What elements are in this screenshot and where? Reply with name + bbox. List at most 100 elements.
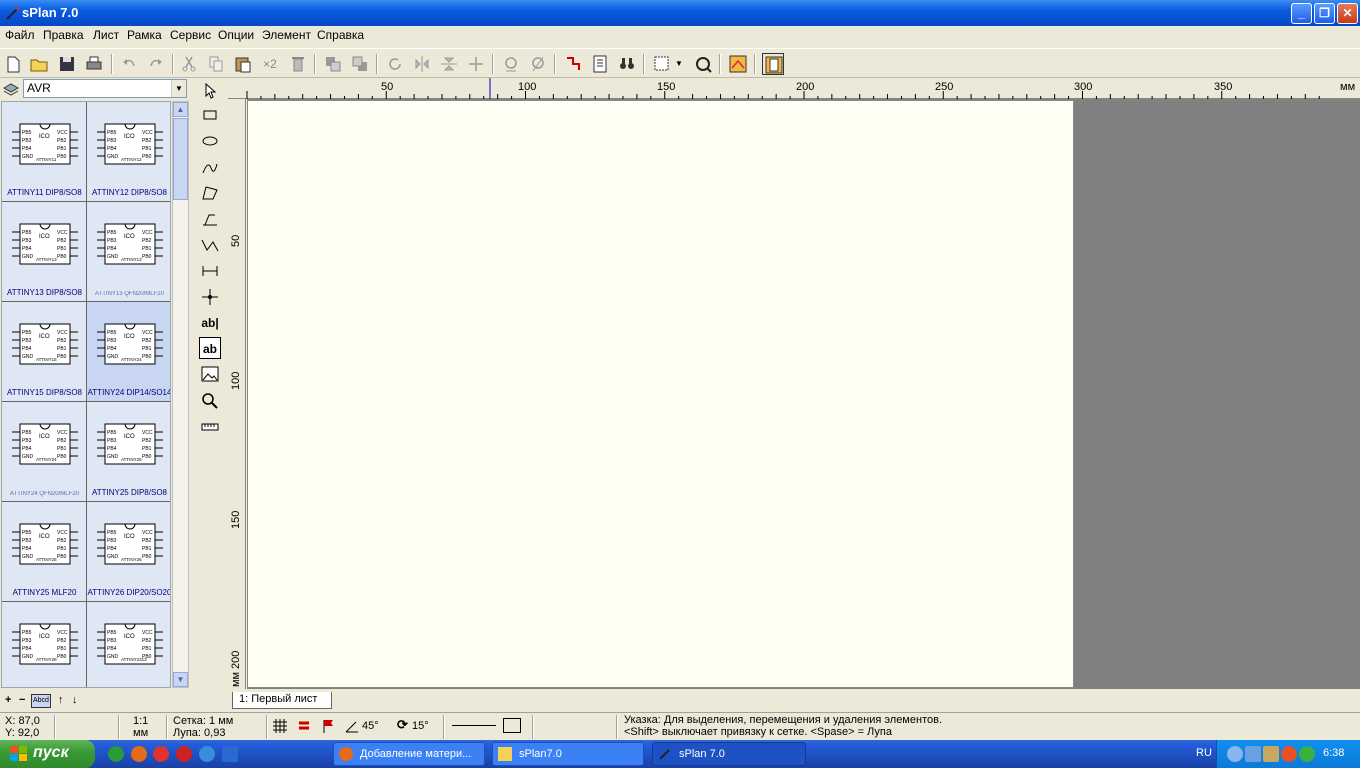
freehand-tool-icon[interactable] xyxy=(199,156,221,178)
pointer-tool-icon[interactable] xyxy=(199,80,221,102)
task-firefox[interactable]: Добавление матери... xyxy=(333,742,485,766)
layers-icon[interactable] xyxy=(2,80,20,96)
menu-frame[interactable]: Рамка xyxy=(127,28,162,42)
rotate-icon[interactable] xyxy=(384,53,406,75)
library-select[interactable]: AVR ▼ xyxy=(23,79,187,98)
ruler-tool-icon[interactable] xyxy=(199,416,221,438)
scroll-thumb[interactable] xyxy=(173,118,188,200)
zoom-tool-icon[interactable] xyxy=(199,390,221,412)
fill-style-preview[interactable] xyxy=(503,718,521,733)
network-icon[interactable] xyxy=(1245,746,1261,762)
print-icon[interactable] xyxy=(83,53,105,75)
duplicate-x2-icon[interactable]: ×2 xyxy=(259,53,281,75)
new-file-icon[interactable] xyxy=(2,53,24,75)
remove-library-button[interactable]: − xyxy=(19,694,25,706)
menu-element[interactable]: Элемент xyxy=(262,28,311,42)
scroll-up-icon[interactable]: ▲ xyxy=(173,102,188,117)
paste-icon[interactable] xyxy=(232,53,254,75)
utorrent-icon[interactable] xyxy=(108,746,124,762)
rectangle-tool-icon[interactable] xyxy=(199,104,221,126)
menu-file[interactable]: Файл xyxy=(5,28,35,42)
zoom-fit-icon[interactable] xyxy=(692,53,714,75)
library-item[interactable]: PB5 VCC PB3 PB2 PB4 PB1 GND PB0 ICO ATTINY25 ATTIN… xyxy=(87,402,170,502)
open-folder-icon[interactable] xyxy=(28,53,50,75)
parts-list-icon[interactable] xyxy=(589,53,611,75)
text-tool-icon[interactable]: ab| xyxy=(199,312,221,334)
grid-icon[interactable] xyxy=(651,53,673,75)
firefox-icon[interactable] xyxy=(131,746,147,762)
group-icon[interactable] xyxy=(500,53,522,75)
ungroup-icon[interactable] xyxy=(527,53,549,75)
add-library-button[interactable]: + xyxy=(5,694,11,706)
opera-icon[interactable] xyxy=(153,746,169,762)
library-item[interactable]: PB5 VCC PB3 PB2 PB4 PB1 GND PB0 ICO ATTINY26 ATTIN… xyxy=(87,502,170,602)
menu-service[interactable]: Сервис xyxy=(170,28,211,42)
dimension-tool-icon[interactable] xyxy=(199,260,221,282)
menu-sheet[interactable]: Лист xyxy=(93,28,119,42)
renumber-icon[interactable] xyxy=(562,53,584,75)
delete-icon[interactable] xyxy=(287,53,309,75)
grid-dropdown-icon[interactable]: ▼ xyxy=(675,53,687,75)
tray-app-icon[interactable] xyxy=(1263,746,1279,762)
mirror-horizontal-icon[interactable] xyxy=(411,53,433,75)
library-item[interactable]: PB5 VCC PB3 PB2 PB4 PB1 GND PB0 ICO ATTINY24 ATTIN… xyxy=(2,402,87,502)
bring-front-icon[interactable] xyxy=(322,53,344,75)
drawing-workspace[interactable] xyxy=(247,99,1360,689)
library-item[interactable]: PB5 VCC PB3 PB2 PB4 PB1 GND PB0 ICO ATTINY15 ATTIN… xyxy=(2,302,87,402)
task-splan[interactable]: sPlan 7.0 xyxy=(652,742,806,766)
scroll-down-icon[interactable]: ▼ xyxy=(173,672,188,687)
send-back-icon[interactable] xyxy=(349,53,371,75)
tray-app-icon[interactable] xyxy=(1281,746,1297,762)
tray-app-icon[interactable] xyxy=(1299,746,1315,762)
junction-tool-icon[interactable] xyxy=(199,286,221,308)
redo-icon[interactable] xyxy=(145,53,167,75)
close-button[interactable]: ✕ xyxy=(1337,3,1358,24)
library-item[interactable]: PB5 VCC PB3 PB2 PB4 PB1 GND PB0 ICO ATTINY13 ATTIN… xyxy=(2,202,87,302)
library-scrollbar[interactable]: ▲ ▼ xyxy=(172,101,189,688)
frame-icon[interactable] xyxy=(762,53,784,75)
title-bar[interactable]: sPlan 7.0 _ ❐ ✕ xyxy=(0,0,1360,26)
drawing-sheet[interactable] xyxy=(247,100,1074,688)
angle-icon[interactable] xyxy=(344,718,360,734)
quicklaunch-app-icon[interactable] xyxy=(222,746,238,762)
task-folder[interactable]: sPlan7.0 xyxy=(492,742,644,766)
textbox-tool-icon[interactable]: ab xyxy=(199,337,221,359)
mirror-vertical-icon[interactable] xyxy=(438,53,460,75)
component-library-icon[interactable] xyxy=(727,53,749,75)
library-item[interactable]: PB5 VCC PB3 PB2 PB4 PB1 GND PB0 ICO ATTINY24 ATTIN… xyxy=(87,302,170,402)
move-down-button[interactable]: ↓ xyxy=(72,694,78,706)
save-icon[interactable] xyxy=(56,53,78,75)
bezier-tool-icon[interactable] xyxy=(199,234,221,256)
polygon-tool-icon[interactable] xyxy=(199,182,221,204)
copy-icon[interactable] xyxy=(205,53,227,75)
start-button[interactable]: пуск xyxy=(0,740,95,768)
language-indicator[interactable]: RU xyxy=(1196,747,1212,759)
tray-expand-icon[interactable] xyxy=(1227,746,1243,762)
sheet-tab-1[interactable]: 1: Первый лист xyxy=(232,692,333,709)
library-item[interactable]: PB5 VCC PB3 PB2 PB4 PB1 GND PB0 ICO ATTINY25 ATTIN… xyxy=(2,502,87,602)
menu-edit[interactable]: Правка xyxy=(43,28,84,42)
menu-options[interactable]: Опции xyxy=(218,28,254,42)
library-item[interactable]: PB5 VCC PB3 PB2 PB4 PB1 GND PB0 ICO ATTINY12 ATTIN… xyxy=(87,102,170,202)
label-toggle-button[interactable]: Abcd xyxy=(31,694,51,708)
flag-icon[interactable] xyxy=(320,718,336,734)
opera-alt-icon[interactable] xyxy=(176,746,192,762)
align-icon[interactable] xyxy=(465,53,487,75)
library-item[interactable]: PB5 VCC PB3 PB2 PB4 PB1 GND PB0 ICO ATTINY11 ATTIN… xyxy=(2,102,87,202)
rotate-step-icon[interactable]: ⟳ xyxy=(397,717,408,733)
move-up-button[interactable]: ↑ xyxy=(58,694,64,706)
magnet-icon[interactable] xyxy=(296,718,312,734)
library-item[interactable]: PB5 VCC PB3 PB2 PB4 PB1 GND PB0 ICO ATTINY2313 xyxy=(87,602,170,687)
find-binoculars-icon[interactable] xyxy=(616,53,638,75)
chevron-down-icon[interactable]: ▼ xyxy=(171,80,186,97)
library-item[interactable]: PB5 VCC PB3 PB2 PB4 PB1 GND PB0 ICO ATTINY28 xyxy=(2,602,87,687)
minimize-button[interactable]: _ xyxy=(1291,3,1312,24)
cut-icon[interactable] xyxy=(178,53,200,75)
maximize-button[interactable]: ❐ xyxy=(1314,3,1335,24)
ellipse-tool-icon[interactable] xyxy=(199,130,221,152)
ie-icon[interactable] xyxy=(199,746,215,762)
grid-snap-icon[interactable] xyxy=(272,718,288,734)
line-style-preview[interactable] xyxy=(452,725,496,726)
undo-icon[interactable] xyxy=(118,53,140,75)
line-tool-icon[interactable] xyxy=(199,208,221,230)
